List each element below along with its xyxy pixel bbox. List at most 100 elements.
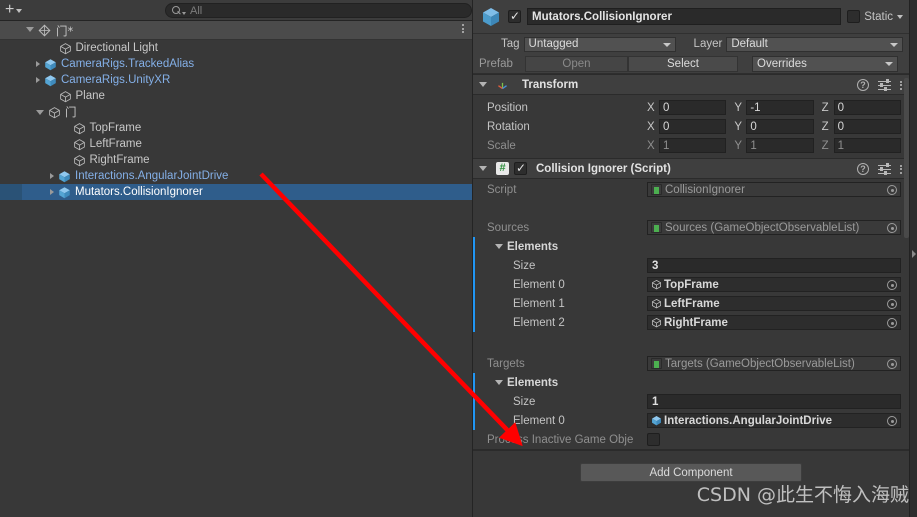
sources-field-value: Sources (GameObjectObservableList) <box>665 221 860 234</box>
static-dropdown-caret-icon[interactable] <box>897 15 903 19</box>
static-label: Static <box>864 10 893 23</box>
sources-element-field[interactable]: TopFrame <box>647 277 901 292</box>
foldout-arrow-icon[interactable] <box>36 77 40 83</box>
targets-elements-label: Elements <box>507 376 559 389</box>
hierarchy-item-label: LeftFrame <box>89 138 142 150</box>
transform-scale-label: Scale <box>487 139 516 152</box>
scene-row[interactable]: 门* <box>0 21 472 40</box>
hierarchy-item-mutators-collisionignorer[interactable]: Mutators.CollisionIgnorer <box>0 184 472 200</box>
add-component-button[interactable]: Add Component <box>580 463 802 482</box>
gameobject-cube-icon <box>651 279 662 290</box>
prefab-label: Prefab <box>479 57 513 70</box>
hierarchy-item-leftframe[interactable]: LeftFrame <box>0 136 472 152</box>
transform-position-z-field[interactable]: 0 <box>833 100 901 115</box>
targets-element-field[interactable]: Interactions.AngularJointDrive <box>647 413 901 428</box>
transform-position-y-field[interactable]: -1 <box>746 100 814 115</box>
foldout-spacer <box>50 45 55 52</box>
object-picker-icon[interactable] <box>887 318 897 328</box>
transform-icon <box>498 82 507 90</box>
chevron-down-icon <box>16 9 23 13</box>
collision-ignorer-enabled-checkbox[interactable] <box>514 161 527 175</box>
foldout-arrow-icon[interactable] <box>50 189 54 195</box>
transform-position-x-field[interactable]: 0 <box>659 100 727 115</box>
hierarchy-item-plane[interactable]: Plane <box>0 88 472 104</box>
transform-scale-z-field[interactable]: 1 <box>833 138 901 153</box>
object-picker-icon[interactable] <box>887 280 897 290</box>
hierarchy-search-input[interactable]: All <box>165 3 472 18</box>
axis-y-label: Y <box>734 120 742 133</box>
object-picker-icon[interactable] <box>887 359 897 369</box>
transform-scale-row: Scale X 1 Y 1 Z 1 <box>473 136 909 155</box>
gameobject-cube-icon <box>49 106 60 118</box>
hierarchy-item-interactions-angularjointdrive[interactable]: Interactions.AngularJointDrive <box>0 168 472 184</box>
hierarchy-item-rightframe[interactable]: RightFrame <box>0 152 472 168</box>
sources-element-field-value: RightFrame <box>664 316 728 329</box>
hierarchy-item-directional-light[interactable]: Directional Light <box>0 40 472 56</box>
foldout-arrow-icon[interactable] <box>50 173 54 179</box>
scene-foldout-icon[interactable] <box>26 27 34 32</box>
prefab-select-button[interactable]: Select <box>628 55 738 72</box>
transform-rotation-y-field[interactable]: 0 <box>746 119 814 134</box>
targets-element-field-value: Interactions.AngularJointDrive <box>664 414 833 427</box>
static-checkbox[interactable] <box>847 10 861 23</box>
sources-element-label: Element 2 <box>513 316 565 329</box>
process-inactive-checkbox[interactable] <box>647 433 660 446</box>
preset-settings-icon[interactable] <box>878 163 891 175</box>
add-component-zone: Add Component <box>473 450 909 494</box>
transform-rotation-z-field[interactable]: 0 <box>833 119 901 134</box>
sources-element-field[interactable]: LeftFrame <box>647 296 901 311</box>
hierarchy-item-label: CameraRigs.TrackedAlias <box>61 58 195 70</box>
prefab-overrides-dropdown[interactable]: Overrides <box>752 55 898 72</box>
object-picker-icon[interactable] <box>887 416 897 426</box>
layer-label: Layer <box>693 38 723 50</box>
object-picker-icon[interactable] <box>887 299 897 309</box>
gameobject-name-field[interactable]: Mutators.CollisionIgnorer <box>527 8 842 25</box>
targets-size-row: Size 1 <box>473 392 909 411</box>
targets-field[interactable]: Targets (GameObjectObservableList) <box>647 356 901 371</box>
tag-dropdown[interactable]: Untagged <box>523 36 676 52</box>
transform-scale-x-field[interactable]: 1 <box>659 138 727 153</box>
panel-expand-arrow-icon[interactable] <box>912 250 916 258</box>
hierarchy-item-topframe[interactable]: TopFrame <box>0 120 472 136</box>
gameobject-cube-icon <box>59 90 71 102</box>
inspector-panel: Mutators.CollisionIgnorer Static Tag Unt… <box>472 0 909 517</box>
transform-rotation-row: Rotation X 0 Y 0 Z 0 <box>473 117 909 136</box>
help-icon[interactable]: ? <box>857 163 869 175</box>
add-gameobject-button[interactable]: + <box>5 2 23 18</box>
axis-z-label: Z <box>821 120 829 133</box>
scene-kebab-menu-icon[interactable] <box>462 24 464 33</box>
transform-rotation-x-field[interactable]: 0 <box>659 119 727 134</box>
foldout-arrow-icon[interactable] <box>36 61 40 67</box>
gameobject-cube-icon <box>73 138 85 150</box>
hierarchy-tree: Directional Light CameraRigs.TrackedAlias… <box>0 40 472 200</box>
object-picker-icon[interactable] <box>887 223 897 233</box>
collision-ignorer-kebab-menu-icon[interactable] <box>900 164 902 174</box>
transform-foldout-icon[interactable] <box>479 82 487 87</box>
sources-element-field[interactable]: RightFrame <box>647 315 901 330</box>
help-icon[interactable]: ? <box>857 79 869 91</box>
gameobject-enabled-checkbox[interactable] <box>508 9 521 23</box>
object-picker-icon[interactable] <box>887 185 897 195</box>
collision-ignorer-foldout-icon[interactable] <box>479 166 487 171</box>
transform-rotation-label: Rotation <box>487 120 530 133</box>
collision-ignorer-component-header[interactable]: # Collision Ignorer (Script) ? <box>473 158 909 179</box>
hierarchy-item-camerarigs-unityxr[interactable]: CameraRigs.UnityXR <box>0 72 472 88</box>
hierarchy-item-camerarigs-trackedalias[interactable]: CameraRigs.TrackedAlias <box>0 56 472 72</box>
targets-element-label: Element 0 <box>513 414 565 427</box>
transform-component-header[interactable]: Transform ? <box>473 74 909 95</box>
targets-elements-foldout-icon[interactable] <box>495 380 503 385</box>
transform-kebab-menu-icon[interactable] <box>900 80 902 90</box>
transform-scale-y-field[interactable]: 1 <box>746 138 814 153</box>
prefab-open-button[interactable]: Open <box>525 55 628 72</box>
sources-size-field[interactable]: 3 <box>647 258 901 273</box>
hierarchy-item-[interactable]: 门 <box>0 104 472 120</box>
targets-label: Targets <box>487 357 525 370</box>
layer-dropdown[interactable]: Default <box>726 36 903 52</box>
script-field[interactable]: CollisionIgnorer <box>647 182 901 197</box>
sources-field[interactable]: Sources (GameObjectObservableList) <box>647 220 901 235</box>
sources-elements-foldout-icon[interactable] <box>495 244 503 249</box>
targets-size-field[interactable]: 1 <box>647 394 901 409</box>
foldout-arrow-icon[interactable] <box>36 109 44 115</box>
targets-element-row: Element 0 Interactions.AngularJointDrive <box>473 411 909 430</box>
preset-settings-icon[interactable] <box>878 79 891 91</box>
